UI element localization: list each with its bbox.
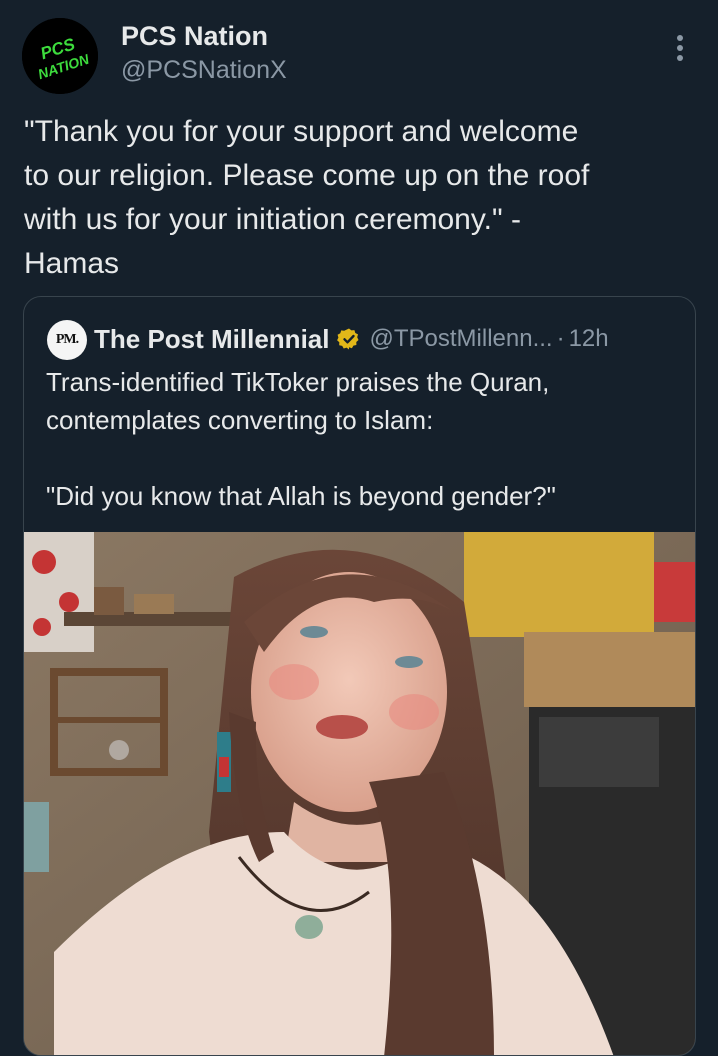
quoted-author-name[interactable]: The Post Millennial: [94, 324, 329, 355]
pcs-nation-logo: PCS NATION: [22, 18, 98, 94]
author-handle[interactable]: @PCSNationX: [121, 55, 287, 85]
quoted-separator: ·: [556, 325, 565, 352]
verified-gold-badge-icon: [337, 327, 361, 351]
more-vertical-icon: [677, 35, 683, 61]
quoted-video-thumbnail[interactable]: [24, 532, 695, 1055]
author-name[interactable]: PCS Nation: [121, 20, 268, 52]
author-avatar[interactable]: PCS NATION: [22, 18, 98, 94]
quoted-post-card[interactable]: PM. The Post Millennial @TPostMillenn...…: [23, 296, 696, 1056]
quoted-timestamp[interactable]: 12h: [569, 325, 609, 353]
quoted-author-avatar[interactable]: PM.: [47, 320, 87, 360]
quoted-header: The Post Millennial @TPostMillenn... · 1…: [94, 321, 609, 357]
quoted-post-text: Trans-identified TikToker praises the Qu…: [46, 367, 556, 511]
video-frame-image: [24, 532, 695, 1055]
quoted-author-handle[interactable]: @TPostMillenn...: [369, 325, 552, 353]
post-text: "Thank you for your support and welcome …: [24, 115, 590, 280]
more-options-button[interactable]: [668, 30, 692, 66]
